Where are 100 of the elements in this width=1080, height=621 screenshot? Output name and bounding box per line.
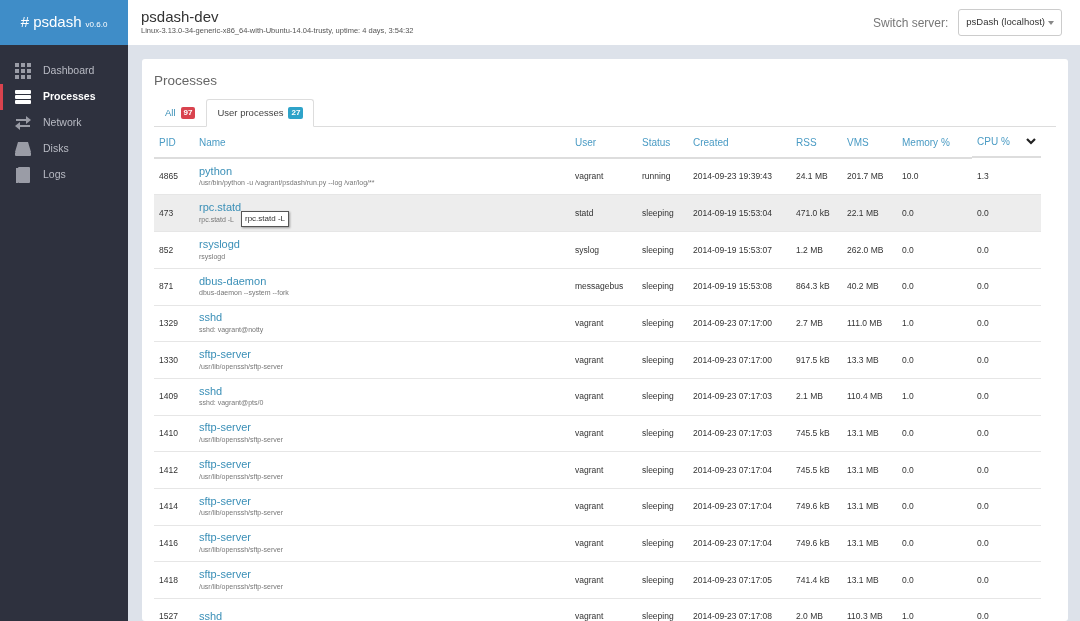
sidebar-item[interactable]: Network (0, 110, 128, 136)
rss-cell: 24.1 MB (796, 171, 828, 182)
created-cell: 2014-09-19 15:53:04 (693, 207, 772, 218)
vms-cell: 201.7 MB (847, 171, 884, 182)
column-header[interactable]: User (575, 136, 597, 148)
chevron-down-icon[interactable] (1026, 138, 1036, 146)
process-link[interactable]: sftp-server (199, 494, 251, 509)
vms-cell: 13.1 MB (847, 428, 879, 439)
cpu-cell: 0.0 (977, 354, 989, 365)
rss-cell: 1.2 MB (796, 244, 823, 255)
memory-cell: 0.0 (902, 538, 914, 549)
cpu-cell: 0.0 (977, 464, 989, 475)
user-cell: vagrant (575, 391, 604, 402)
memory-cell: 0.0 (902, 428, 914, 439)
status-cell: sleeping (642, 574, 674, 585)
vms-cell: 13.1 MB (847, 464, 879, 475)
sidebar-item[interactable]: Logs (0, 162, 128, 188)
vms-cell: 40.2 MB (847, 281, 879, 292)
status-cell: sleeping (642, 317, 674, 328)
column-header[interactable]: Name (199, 136, 226, 148)
pid-cell: 1416 (159, 538, 178, 549)
pid-cell: 1329 (159, 317, 178, 328)
user-cell: vagrant (575, 317, 604, 328)
column-header[interactable]: VMS (847, 136, 869, 148)
tab[interactable]: User processes 27 (206, 99, 315, 128)
user-cell: vagrant (575, 574, 604, 585)
memory-cell: 1.0 (902, 317, 914, 328)
process-link[interactable]: sftp-server (199, 531, 251, 546)
column-header[interactable]: CPU % (977, 134, 1010, 150)
process-link[interactable]: rpc.statd (199, 201, 242, 215)
pid-cell: 1412 (159, 464, 178, 475)
status-cell: running (642, 171, 671, 182)
process-link[interactable]: sshd (199, 609, 223, 621)
pid-cell: 473 (159, 207, 174, 218)
disk-icon (15, 141, 31, 157)
process-link[interactable]: sftp-server (199, 457, 251, 472)
column-header[interactable]: Created (693, 136, 729, 148)
status-cell: sleeping (642, 428, 674, 439)
cpu-cell: 0.0 (977, 281, 989, 292)
rss-cell: 745.5 kB (796, 428, 830, 439)
server-stack-icon (15, 89, 31, 105)
status-cell: sleeping (642, 207, 674, 218)
column-header[interactable]: Memory % (902, 136, 950, 148)
process-link[interactable]: sshd (199, 384, 223, 399)
rss-cell: 741.4 kB (796, 574, 830, 585)
created-cell: 2014-09-23 07:17:03 (693, 391, 772, 402)
process-link[interactable]: sftp-server (199, 421, 251, 436)
vms-cell: 13.1 MB (847, 574, 879, 585)
cpu-cell: 0.0 (977, 207, 989, 218)
process-link[interactable]: sftp-server (199, 568, 251, 582)
sidebar-item[interactable]: Disks (0, 136, 128, 162)
page-title: psdash-dev (141, 8, 220, 26)
status-cell: sleeping (642, 354, 674, 365)
created-cell: 2014-09-23 07:17:05 (693, 574, 772, 585)
tab[interactable]: All 97 (154, 99, 207, 128)
memory-cell: 0.0 (902, 464, 914, 475)
status-cell: sleeping (642, 391, 674, 402)
sidebar-item[interactable]: Dashboard (0, 58, 128, 84)
sidebar-item[interactable]: Processes (0, 84, 128, 110)
user-cell: vagrant (575, 464, 604, 475)
server-dropdown[interactable]: psDash (localhost) (958, 9, 1062, 36)
user-cell: messagebus (575, 281, 624, 292)
column-header[interactable]: Status (642, 136, 671, 148)
vms-cell: 13.1 MB (847, 501, 879, 512)
rss-cell: 917.5 kB (796, 354, 830, 365)
rss-cell: 749.6 kB (796, 538, 830, 549)
pid-cell: 1330 (159, 354, 178, 365)
vms-cell: 110.4 MB (847, 391, 883, 402)
process-link[interactable]: sshd (199, 311, 223, 325)
created-cell: 2014-09-23 07:17:04 (693, 538, 772, 549)
status-cell: sleeping (642, 244, 674, 255)
created-cell: 2014-09-23 07:17:08 (693, 611, 772, 621)
column-header[interactable]: PID (159, 136, 176, 148)
pid-cell: 1418 (159, 574, 178, 585)
process-link[interactable]: sftp-server (199, 347, 251, 362)
column-header[interactable]: RSS (796, 136, 817, 148)
user-cell: statd (575, 207, 594, 218)
vms-cell: 22.1 MB (847, 207, 879, 218)
rss-cell: 2.7 MB (796, 317, 823, 328)
process-link[interactable]: dbus-daemon (199, 274, 267, 289)
vms-cell: 262.0 MB (847, 244, 884, 255)
process-link[interactable]: python (199, 164, 233, 179)
switch-server-label: Switch server: (872, 14, 949, 32)
memory-cell: 0.0 (902, 574, 914, 585)
cpu-cell: 0.0 (977, 428, 989, 439)
user-cell: vagrant (575, 171, 604, 182)
pid-cell: 852 (159, 244, 174, 255)
process-link[interactable]: rsyslogd (199, 237, 240, 252)
cpu-cell: 0.0 (977, 391, 989, 402)
cpu-cell: 0.0 (977, 611, 989, 621)
created-cell: 2014-09-23 19:39:43 (693, 171, 772, 182)
created-cell: 2014-09-23 07:17:04 (693, 464, 772, 475)
book-icon (15, 167, 31, 183)
panel-title: Processes (154, 72, 219, 90)
caret-icon (1048, 20, 1054, 25)
tooltip: rpc.statd -L (241, 210, 289, 227)
grid-icon (15, 63, 31, 79)
rss-cell: 864.3 kB (796, 281, 830, 292)
user-cell: vagrant (575, 501, 604, 512)
vms-cell: 111.0 MB (847, 317, 883, 328)
